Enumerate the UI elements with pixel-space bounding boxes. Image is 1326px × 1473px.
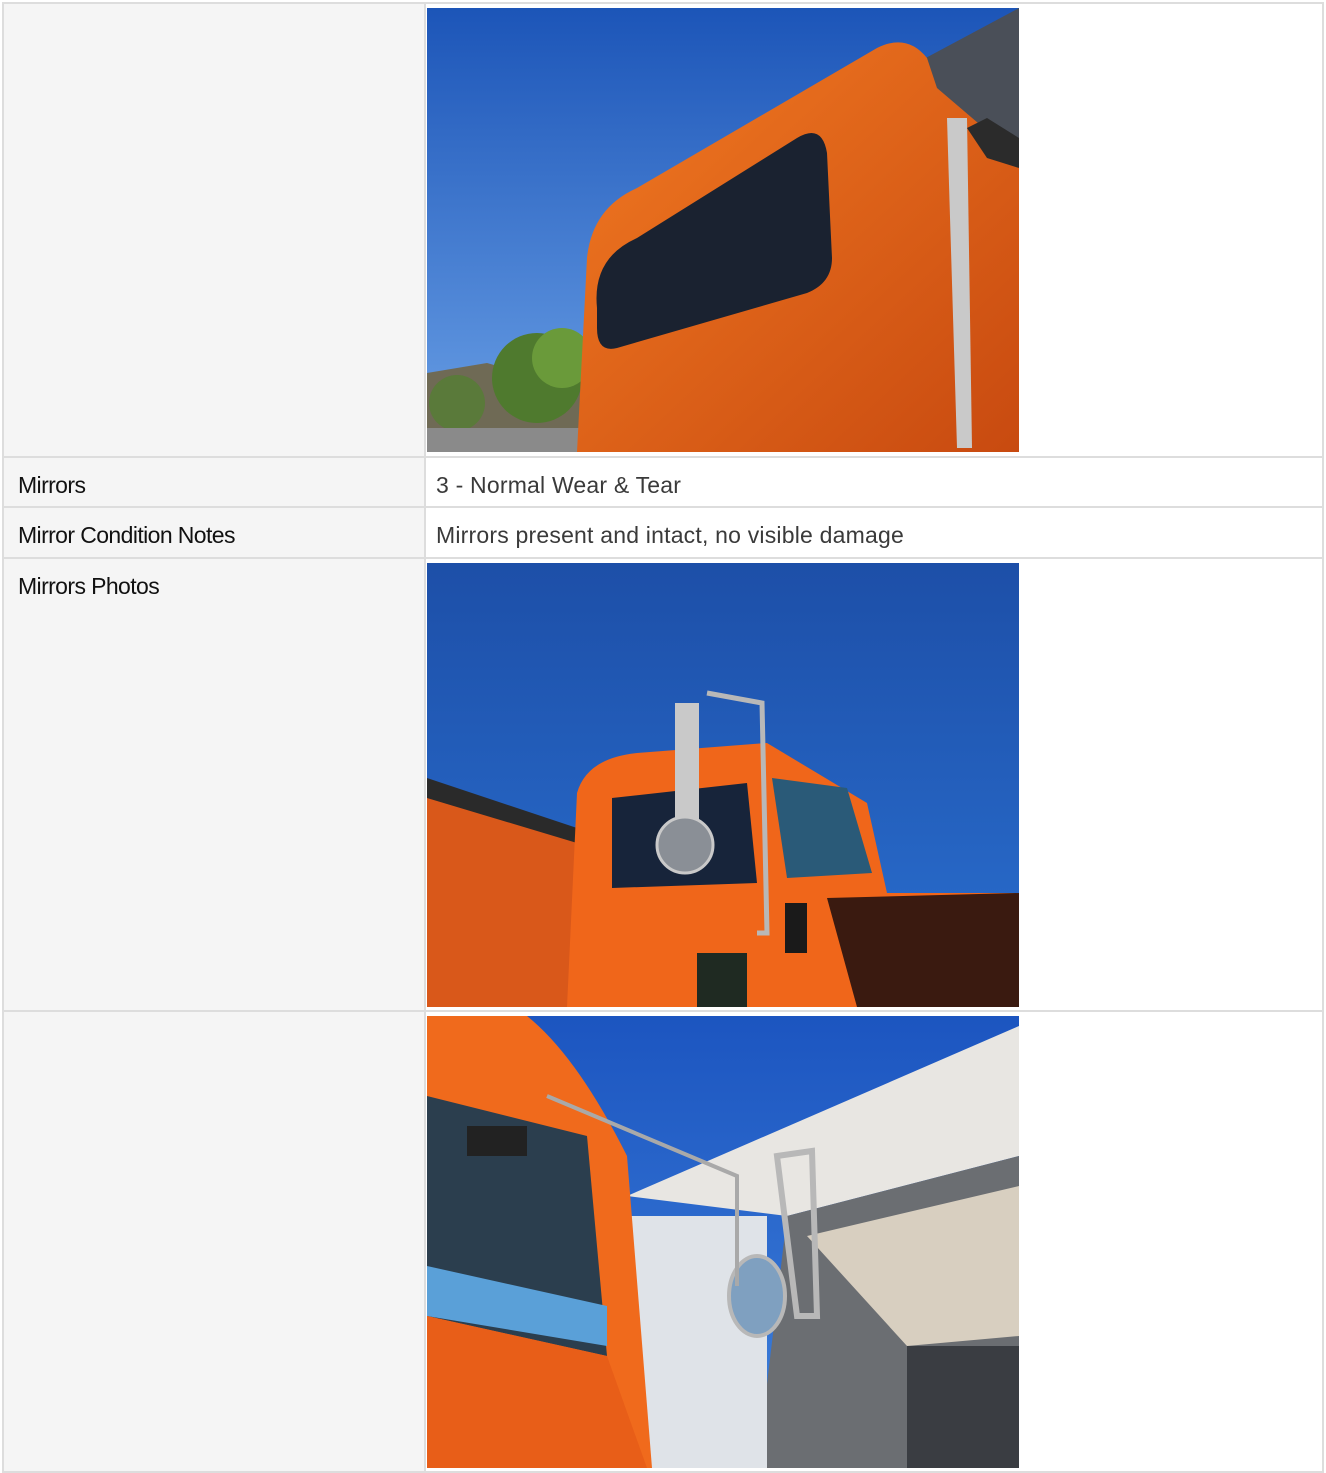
truck-mirror-assembly-photo[interactable] xyxy=(427,563,1019,1007)
mirror-condition-notes-label: Mirror Condition Notes xyxy=(2,506,426,559)
table-row: Mirrors Photos xyxy=(2,557,1324,1012)
row-label-empty xyxy=(2,2,426,458)
photo-cell xyxy=(424,1010,1324,1473)
mirrors-value: 3 - Normal Wear & Tear xyxy=(424,456,1324,508)
mirror-condition-notes-value: Mirrors present and intact, no visible d… xyxy=(424,506,1324,559)
truck-convex-mirror-photo[interactable] xyxy=(427,1016,1019,1468)
photo-cell xyxy=(424,557,1324,1012)
mirrors-photos-label: Mirrors Photos xyxy=(2,557,426,1012)
truck-cab-rear-window-photo[interactable] xyxy=(427,8,1019,452)
table-row: Mirrors 3 - Normal Wear & Tear xyxy=(2,456,1324,508)
row-label-empty xyxy=(2,1010,426,1473)
inspection-table: Mirrors 3 - Normal Wear & Tear Mirror Co… xyxy=(2,2,1324,1473)
photo-cell xyxy=(424,2,1324,458)
table-row xyxy=(2,2,1324,458)
table-row: Mirror Condition Notes Mirrors present a… xyxy=(2,506,1324,559)
table-row xyxy=(2,1010,1324,1473)
mirrors-label: Mirrors xyxy=(2,456,426,508)
